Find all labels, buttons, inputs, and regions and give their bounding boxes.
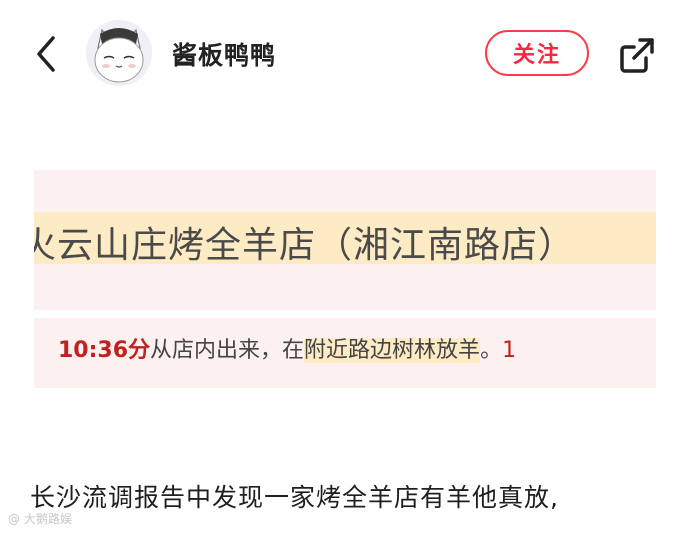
- username[interactable]: 酱板鸭鸭: [172, 36, 276, 72]
- image-title-text: 火云山庄烤全羊店（湘江南路店）: [34, 225, 576, 266]
- image-detail-line: 10:36分从店内出来，在附近路边树林放羊。1: [58, 332, 516, 364]
- post-image[interactable]: 火云山庄烤全羊店（湘江南路店） 10:36分从店内出来，在附近路边树林放羊。1: [34, 170, 656, 388]
- watermark: @ 大鹅路娱: [8, 510, 72, 527]
- image-time: 10:36分: [58, 338, 151, 363]
- image-sentence-highlight: 附近路边树林放羊: [304, 338, 481, 363]
- image-sentence-pre: 从店内出来，在: [150, 338, 305, 363]
- image-sentence-end: 。: [480, 338, 503, 363]
- watermark-text: 大鹅路娱: [23, 512, 72, 526]
- top-bar: 酱板鸭鸭 关注: [0, 0, 690, 110]
- chevron-left-icon: [37, 36, 55, 72]
- share-icon: [620, 38, 654, 73]
- post-caption: 长沙流调报告中发现一家烤全羊店有羊他真放,: [30, 483, 559, 512]
- image-tail-mark: 1: [502, 338, 517, 363]
- avatar[interactable]: [86, 20, 152, 86]
- watermark-logo-icon: @: [8, 512, 24, 526]
- cat-avatar-icon: [86, 20, 152, 86]
- image-divider: [34, 310, 656, 318]
- follow-button[interactable]: 关注: [485, 30, 589, 76]
- back-button[interactable]: [28, 32, 64, 76]
- share-button[interactable]: [616, 34, 658, 76]
